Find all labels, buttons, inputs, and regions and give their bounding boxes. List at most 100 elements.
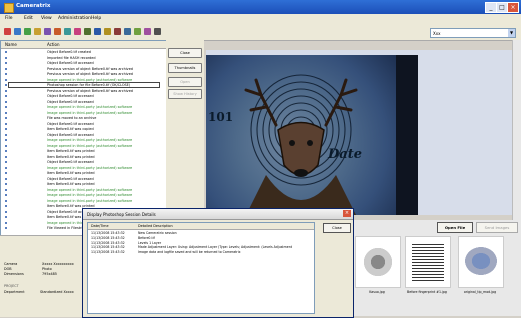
row-marker-icon (5, 172, 7, 174)
close-button[interactable]: Close (168, 48, 202, 58)
toolbar-tool-icon[interactable] (104, 28, 111, 35)
toolbar-tool-icon[interactable] (54, 28, 61, 35)
log-row[interactable]: Object Before0.tif created (47, 50, 91, 54)
log-row[interactable]: Previous version of object Before0.tif w… (47, 67, 133, 71)
log-row[interactable]: Object Before0.tif accessed (47, 133, 94, 137)
row-marker-icon (5, 221, 7, 224)
log-row[interactable]: Imported file HASH recorded (47, 56, 96, 60)
thumbnails-button[interactable]: Thumbnails (168, 63, 202, 73)
row-marker-icon (5, 133, 7, 136)
log-row[interactable]: Item Before0.tif was copied (47, 127, 94, 131)
toolbar-tool-icon[interactable] (154, 28, 161, 35)
log-row[interactable]: Item Before0.tif was printed (47, 182, 95, 186)
log-row[interactable]: Image opened in third-party (authorized)… (47, 78, 132, 82)
session-row-description[interactable]: Image data and logfile saved and will be… (138, 250, 241, 254)
dialog-close-icon[interactable]: × (343, 210, 351, 217)
log-row[interactable]: Item Before0.tif was printed (47, 171, 95, 175)
photoshop-session-dialog: Display Photoshop Session Details × Date… (82, 208, 354, 318)
properties-panel: Camera Xxxxx Xxxxxxxxxx DOB Photo Dimens… (0, 235, 82, 317)
prop-value: 795x485 (42, 272, 57, 276)
session-row-datetime[interactable]: 11/13/2008 15:43:32 (91, 250, 125, 254)
session-row-description[interactable]: Levels 1 Layer (138, 241, 161, 245)
session-details-list[interactable]: Date/Time Detailed Description 11/13/200… (87, 222, 315, 314)
log-row[interactable]: Image opened in third-party (authorized)… (47, 111, 132, 115)
toolbar-tool-icon[interactable] (14, 28, 21, 35)
log-row[interactable]: Item Before0.tif was printed (47, 149, 95, 153)
thumbnail-4[interactable] (458, 236, 504, 288)
row-marker-icon (5, 166, 7, 169)
log-row[interactable]: File was moved to an archive (47, 116, 96, 120)
menu-help[interactable]: Help (91, 16, 101, 21)
row-marker-icon (5, 139, 7, 141)
log-row[interactable]: Object Before0.tif accessed (47, 61, 94, 65)
log-row[interactable]: Object Before0.tif accessed (47, 177, 94, 181)
close-window-button[interactable]: × (507, 2, 519, 13)
log-row[interactable]: Image opened in third-party (authorized)… (47, 193, 132, 197)
menu-edit[interactable]: Edit (24, 16, 33, 21)
toolbar-tool-icon[interactable] (24, 28, 31, 35)
session-row-description[interactable]: Before0.tif (138, 236, 155, 240)
session-row-description[interactable]: Made Adjustment Layer: Using: Adjustment… (138, 245, 292, 249)
toolbar-tool-icon[interactable] (74, 28, 81, 35)
row-marker-icon (5, 111, 7, 114)
menu-view[interactable]: View (41, 16, 52, 21)
toolbar-tool-icon[interactable] (4, 28, 11, 35)
row-marker-icon (5, 84, 7, 86)
session-row-datetime[interactable]: 11/13/2008 15:43:32 (91, 231, 125, 235)
toolbar-tool-icon[interactable] (44, 28, 51, 35)
toolbar-tool-icon[interactable] (124, 28, 131, 35)
log-row[interactable]: Image opened in third-party (authorized)… (47, 105, 132, 109)
toolbar-combo[interactable]: Xxx ▼ (430, 28, 516, 38)
prop-label: DOB (4, 267, 12, 271)
session-row-datetime[interactable]: 11/13/2008 15:43:32 (91, 236, 125, 240)
thumbnail-2[interactable] (355, 236, 401, 288)
log-row[interactable]: Image opened in third-party (authorized)… (47, 199, 132, 203)
row-marker-icon (5, 106, 7, 108)
log-row[interactable]: Image opened in third-party (authorized)… (47, 188, 132, 192)
log-row[interactable]: Object Before0.tif accessed (47, 122, 94, 126)
col-name[interactable]: Name (5, 42, 17, 47)
chevron-down-icon[interactable]: ▼ (508, 29, 515, 37)
dialog-close-button[interactable]: Close (323, 223, 351, 233)
log-row[interactable]: Item Before0.tif was printed (47, 155, 95, 159)
dialog-title: Display Photoshop Session Details (87, 212, 156, 217)
log-row[interactable]: Previous version of object Before0.tif w… (47, 72, 133, 76)
log-row[interactable]: Image opened in third-party (authorized)… (47, 138, 132, 142)
thumbnail-label: Before fingerprint #1.jpg (407, 290, 447, 294)
toolbar-tool-icon[interactable] (134, 28, 141, 35)
row-marker-icon (5, 89, 7, 92)
col-action[interactable]: Action (47, 42, 60, 47)
log-row[interactable]: Object Before0.tif accessed (47, 94, 94, 98)
session-row-datetime[interactable]: 11/13/2008 15:43:32 (91, 241, 125, 245)
show-history-button[interactable]: Show History (168, 89, 202, 99)
col-description[interactable]: Detailed Description (138, 224, 173, 228)
toolbar-tool-icon[interactable] (114, 28, 121, 35)
log-row[interactable]: Previous version of object Before0.tif w… (47, 89, 133, 93)
open-file-button[interactable]: Open File (437, 222, 473, 233)
log-row[interactable]: Object Before0.tif accessed (47, 160, 94, 164)
send-images-button[interactable]: Send Images (476, 222, 518, 233)
row-marker-icon (5, 73, 7, 75)
toolbar-tool-icon[interactable] (94, 28, 101, 35)
toolbar-tool-icon[interactable] (144, 28, 151, 35)
log-row[interactable]: File Viewed in Filestrip (47, 226, 85, 230)
row-marker-icon (5, 177, 7, 180)
toolbar-tool-icon[interactable] (84, 28, 91, 35)
log-row[interactable]: Object Before0.tif accessed (47, 100, 94, 104)
menu-administration[interactable]: Administration (58, 16, 91, 21)
log-row[interactable]: Image opened in third-party (authorized)… (47, 144, 132, 148)
viewer-scrollbar[interactable] (512, 40, 521, 220)
toolbar-tool-icon[interactable] (64, 28, 71, 35)
session-row-description[interactable]: New Cameratrix session (138, 231, 177, 235)
thumbnail-3[interactable] (405, 236, 451, 288)
menu-file[interactable]: File (5, 16, 13, 21)
session-row-datetime[interactable]: 11/13/2008 15:43:32 (91, 245, 125, 249)
toolbar-tool-icon[interactable] (34, 28, 41, 35)
row-marker-icon (5, 150, 7, 152)
row-marker-icon (5, 100, 7, 103)
row-marker-icon (5, 183, 7, 185)
log-row[interactable]: Photoshop session for file Before0.tif (… (8, 82, 160, 88)
open-button[interactable]: Open (168, 77, 202, 87)
log-row[interactable]: Image opened in third-party (authorized)… (47, 166, 132, 170)
col-datetime[interactable]: Date/Time (91, 224, 109, 228)
